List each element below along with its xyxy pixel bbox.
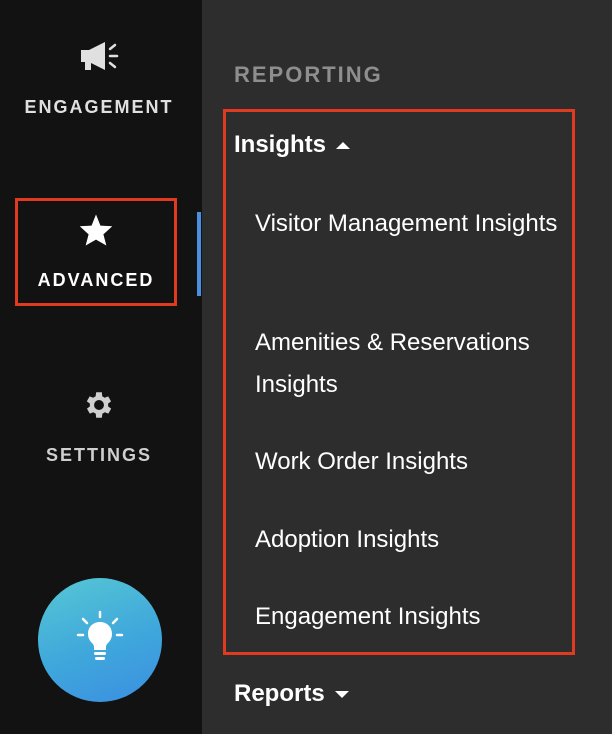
- caret-up-icon: [336, 141, 351, 149]
- rail-item-label: ENGAGEMENT: [24, 97, 174, 117]
- reports-label: Reports: [234, 680, 325, 707]
- rail-item-engagement[interactable]: ENGAGEMENT: [0, 40, 198, 118]
- insights-label: Insights: [234, 131, 327, 158]
- app: ENGAGEMENT ADVANCED SETTINGS REPORTING I…: [0, 0, 612, 734]
- star-icon: [78, 213, 114, 252]
- nav-rail: ENGAGEMENT ADVANCED SETTINGS: [0, 0, 202, 734]
- lightbulb-icon: [75, 610, 125, 671]
- megaphone-icon: [79, 40, 119, 77]
- rail-item-advanced[interactable]: ADVANCED: [15, 198, 177, 306]
- menu-item-amenities-reservations-insights[interactable]: Amenities & Reservations Insights: [255, 322, 575, 406]
- tips-button[interactable]: [38, 578, 162, 702]
- reports-toggle[interactable]: Reports: [234, 680, 349, 708]
- menu-item-work-order-insights[interactable]: Work Order Insights: [255, 441, 575, 483]
- rail-item-label: SETTINGS: [45, 445, 152, 465]
- insights-toggle[interactable]: Insights: [234, 131, 351, 159]
- rail-item-label: ADVANCED: [37, 270, 155, 290]
- reporting-panel: REPORTING Insights Visitor Management In…: [202, 0, 612, 734]
- rail-item-settings[interactable]: SETTINGS: [0, 388, 198, 466]
- menu-item-visitor-management-insights[interactable]: Visitor Management Insights: [255, 203, 575, 245]
- menu-item-adoption-insights[interactable]: Adoption Insights: [255, 519, 575, 561]
- active-indicator: [197, 212, 201, 296]
- gear-icon: [82, 388, 116, 427]
- menu-item-engagement-insights[interactable]: Engagement Insights: [255, 596, 575, 638]
- section-title: REPORTING: [234, 62, 383, 87]
- caret-down-icon: [334, 690, 349, 698]
